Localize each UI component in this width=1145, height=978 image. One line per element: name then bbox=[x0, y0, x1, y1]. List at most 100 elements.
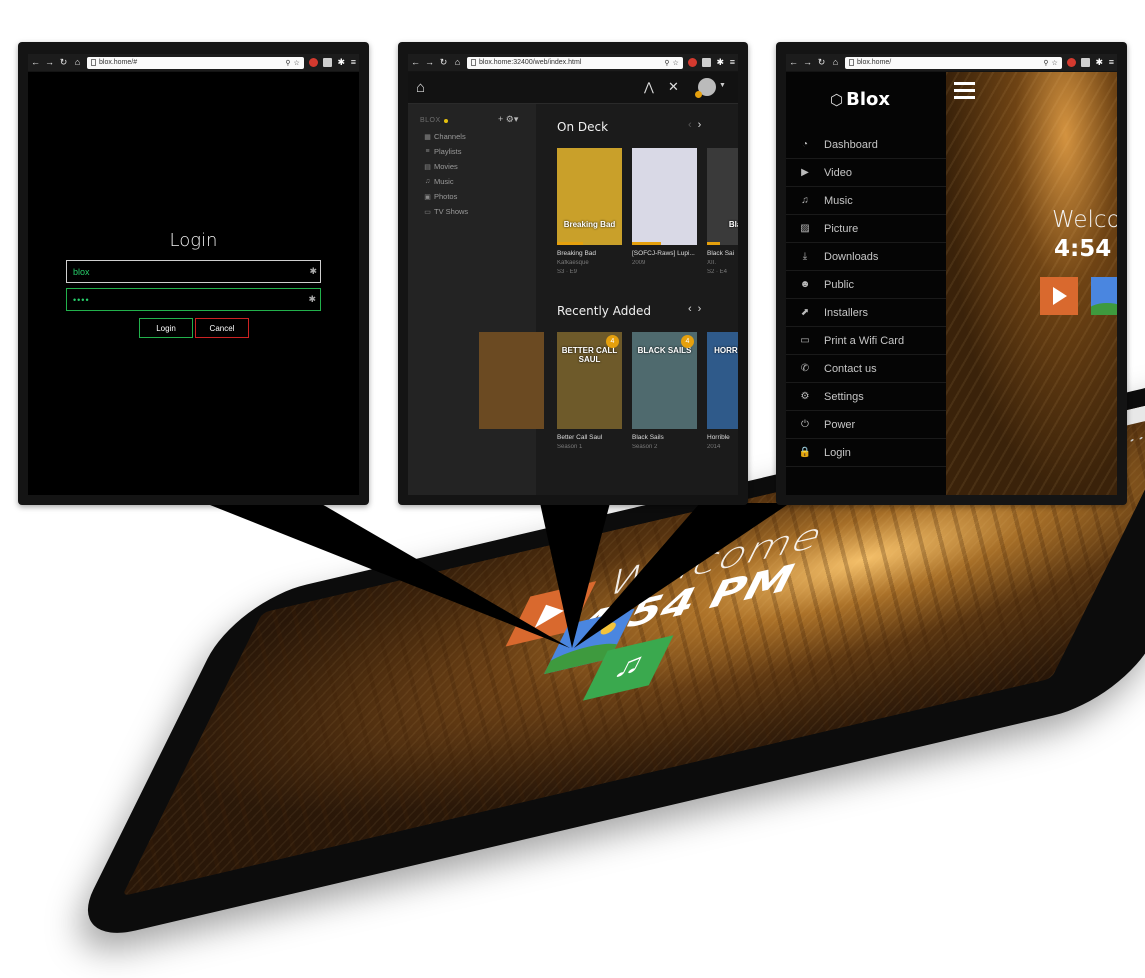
bookmark-star-icon[interactable]: ☆ bbox=[293, 59, 299, 67]
activity-icon[interactable]: ⋀ bbox=[644, 80, 654, 94]
reload-icon[interactable]: ↻ bbox=[817, 58, 826, 67]
reload-icon[interactable]: ↻ bbox=[439, 58, 448, 67]
movies-icon: ▤ bbox=[424, 163, 431, 171]
password-field[interactable]: •••• ✱ bbox=[66, 288, 321, 311]
on-deck-title: On Deck bbox=[557, 120, 609, 134]
picture-tile[interactable] bbox=[1091, 277, 1117, 315]
add-settings-icon[interactable]: + ⚙▾ bbox=[498, 114, 518, 125]
menu-item-video[interactable]: ▶ Video bbox=[786, 159, 946, 187]
menu-item-print-a-wifi-card[interactable]: ▭ Print a Wifi Card bbox=[786, 327, 946, 355]
extension-cast-icon[interactable] bbox=[322, 58, 332, 67]
library-item-playlists[interactable]: ≡ Playlists bbox=[424, 147, 462, 156]
blox-logo[interactable]: ⬡ Blox bbox=[830, 89, 890, 110]
on-deck-card[interactable]: [SOFCJ-Raws] Lupi... 2009 bbox=[632, 148, 697, 269]
browser-menu-icon[interactable]: ≡ bbox=[351, 58, 356, 67]
cancel-button[interactable]: Cancel bbox=[195, 318, 249, 338]
recently-added-card[interactable]: BLACK SAILS 4 Black Sails Season 2 bbox=[632, 332, 697, 450]
back-icon[interactable]: ← bbox=[789, 58, 798, 67]
chevron-left-icon[interactable]: ‹ bbox=[688, 303, 698, 315]
user-avatar[interactable] bbox=[695, 78, 716, 98]
extension-burst-icon[interactable]: ✱ bbox=[716, 58, 725, 67]
login-button[interactable]: Login bbox=[139, 318, 193, 338]
recently-added-arrows[interactable]: ‹› bbox=[688, 303, 707, 315]
browser-menu-icon[interactable]: ≡ bbox=[730, 58, 735, 67]
poster-image[interactable]: HORRI BOSS bbox=[707, 332, 738, 429]
chevron-right-icon[interactable]: › bbox=[698, 119, 708, 131]
menu-item-label: Contact us bbox=[824, 362, 877, 375]
reload-icon[interactable]: ↻ bbox=[59, 58, 68, 67]
username-field[interactable]: blox ✱ bbox=[66, 260, 321, 283]
library-item-label: Playlists bbox=[434, 147, 462, 156]
zoom-icon[interactable]: ⚲ bbox=[1043, 59, 1048, 67]
zoom-icon[interactable]: ⚲ bbox=[664, 59, 669, 67]
on-deck-card[interactable]: Black Black Sai XII. S2 · E4 bbox=[707, 148, 738, 275]
forward-icon[interactable]: → bbox=[803, 58, 812, 67]
library-item-tv-shows[interactable]: ▭ TV Shows bbox=[424, 207, 468, 216]
card-title: Better Call Saul bbox=[557, 434, 603, 441]
menu-item-downloads[interactable]: ⤓ Downloads bbox=[786, 243, 946, 271]
menu-item-contact-us[interactable]: ✆ Contact us bbox=[786, 355, 946, 383]
extension-burst-icon[interactable]: ✱ bbox=[1095, 58, 1104, 67]
extension-stop-icon[interactable] bbox=[687, 58, 697, 67]
zoom-icon[interactable]: ⚲ bbox=[285, 59, 290, 67]
chevron-right-icon[interactable]: › bbox=[698, 303, 708, 315]
poster-image[interactable]: Black bbox=[707, 148, 738, 245]
extension-cast-icon[interactable] bbox=[701, 58, 711, 67]
poster-image[interactable] bbox=[632, 148, 697, 245]
home-icon[interactable]: ⌂ bbox=[831, 58, 840, 67]
home-icon[interactable]: ⌂ bbox=[453, 58, 462, 67]
extension-cast-icon[interactable] bbox=[1080, 58, 1090, 67]
address-bar[interactable]: blox.home:32400/web/index.html ⚲ ☆ bbox=[467, 56, 683, 69]
menu-item-settings[interactable]: ⚙ Settings bbox=[786, 383, 946, 411]
chevron-left-icon[interactable]: ‹ bbox=[688, 119, 698, 131]
menu-item-login[interactable]: 🔒 Login bbox=[786, 439, 946, 467]
unwatched-count-badge: 4 bbox=[606, 335, 619, 348]
home-icon[interactable]: ⌂ bbox=[73, 58, 82, 67]
unwatched-count-badge: 4 bbox=[681, 335, 694, 348]
recently-added-card[interactable]: HORRI BOSS Horrible 2014 bbox=[707, 332, 738, 450]
media-server-page: ⌂ ⋀ ✕ ▼ BLOX + ⚙▾ ▦ Channels ≡ Playlists ▤ Mo… bbox=[408, 72, 738, 495]
play-tile[interactable] bbox=[1040, 277, 1078, 315]
library-item-photos[interactable]: ▣ Photos bbox=[424, 192, 457, 201]
chevron-down-icon[interactable]: ▼ bbox=[719, 82, 726, 89]
home-icon[interactable]: ⌂ bbox=[416, 79, 425, 96]
menu-item-installers[interactable]: ⬈ Installers bbox=[786, 299, 946, 327]
back-icon[interactable]: ← bbox=[411, 58, 420, 67]
bookmark-star-icon[interactable]: ☆ bbox=[1051, 59, 1057, 67]
hamburger-menu-icon[interactable] bbox=[954, 82, 975, 103]
media-server-window: ← → ↻ ⌂ blox.home:32400/web/index.html ⚲… bbox=[398, 42, 748, 505]
server-name[interactable]: BLOX bbox=[420, 117, 441, 124]
browser-menu-icon[interactable]: ≡ bbox=[1109, 58, 1114, 67]
menu-item-label: Music bbox=[824, 194, 853, 207]
menu-item-power[interactable]: ⏻ Power bbox=[786, 411, 946, 439]
address-bar[interactable]: blox.home/# ⚲ ☆ bbox=[87, 56, 304, 69]
menu-item-music[interactable]: ♫ Music bbox=[786, 187, 946, 215]
menu-item-picture[interactable]: ▨ Picture bbox=[786, 215, 946, 243]
forward-icon[interactable]: → bbox=[45, 58, 54, 67]
poster-image[interactable]: BLACK SAILS 4 bbox=[632, 332, 697, 429]
blox-home-page: Welco 4:54 ⬡ Blox ◔ Dashboard ▶ Video ♫ Music… bbox=[786, 72, 1117, 495]
back-icon[interactable]: ← bbox=[31, 58, 40, 67]
poster-image[interactable]: Breaking Bad bbox=[557, 148, 622, 245]
partial-poster[interactable] bbox=[479, 332, 544, 429]
menu-item-public[interactable]: ☻ Public bbox=[786, 271, 946, 299]
recently-added-card[interactable]: BETTER CALL SAUL 4 Better Call Saul Season … bbox=[557, 332, 622, 450]
photos-icon: ▣ bbox=[424, 193, 431, 201]
settings-tools-icon[interactable]: ✕ bbox=[668, 79, 679, 95]
library-item-music[interactable]: ♫ Music bbox=[424, 177, 454, 186]
extension-burst-icon[interactable]: ✱ bbox=[337, 58, 346, 67]
extension-stop-icon[interactable] bbox=[1066, 58, 1076, 67]
bookmark-star-icon[interactable]: ☆ bbox=[672, 59, 678, 67]
recently-added-title: Recently Added bbox=[557, 304, 651, 318]
required-asterisk-icon: ✱ bbox=[308, 294, 317, 304]
library-item-movies[interactable]: ▤ Movies bbox=[424, 162, 458, 171]
menu-item-dashboard[interactable]: ◔ Dashboard bbox=[786, 131, 946, 159]
address-bar[interactable]: blox.home/ ⚲ ☆ bbox=[845, 56, 1062, 69]
library-item-channels[interactable]: ▦ Channels bbox=[424, 132, 466, 141]
poster-image[interactable]: BETTER CALL SAUL 4 bbox=[557, 332, 622, 429]
forward-icon[interactable]: → bbox=[425, 58, 434, 67]
on-deck-card[interactable]: Breaking Bad Breaking Bad Kafkaesque S3 · E… bbox=[557, 148, 622, 275]
on-deck-arrows[interactable]: ‹› bbox=[688, 119, 707, 131]
library-item-label: Photos bbox=[434, 192, 458, 201]
extension-stop-icon[interactable] bbox=[308, 58, 318, 67]
